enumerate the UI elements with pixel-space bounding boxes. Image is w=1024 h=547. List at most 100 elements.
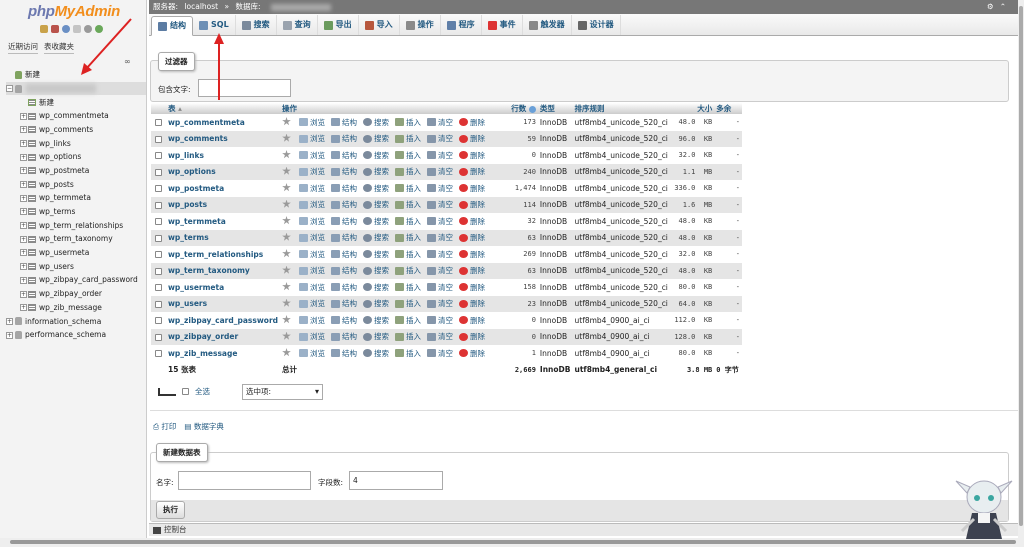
search-action[interactable]: 搜索: [363, 183, 389, 194]
tab-query[interactable]: 查询: [277, 15, 318, 35]
tab-export[interactable]: 导出: [318, 15, 359, 35]
insert-action[interactable]: 插入: [395, 282, 421, 293]
row-checkbox[interactable]: [154, 317, 162, 325]
vertical-scrollbar[interactable]: [1018, 0, 1024, 538]
print-link[interactable]: ⎙ 打印: [153, 421, 176, 432]
expand-icon[interactable]: +: [6, 331, 13, 339]
structure-action[interactable]: 结构: [331, 166, 357, 177]
tree-table-item[interactable]: + wp_terms: [6, 205, 146, 219]
table-name-link[interactable]: wp_zibpay_order: [165, 328, 281, 345]
empty-action[interactable]: 清空: [427, 298, 453, 309]
tree-database-item[interactable]: + performance_schema: [6, 328, 146, 342]
expand-icon[interactable]: +: [20, 139, 27, 147]
home-icon[interactable]: [40, 25, 48, 33]
search-action[interactable]: 搜索: [363, 249, 389, 260]
search-action[interactable]: 搜索: [363, 133, 389, 144]
row-checkbox[interactable]: [154, 333, 162, 341]
link-with-main-icon[interactable]: ∞: [124, 57, 131, 66]
header-table[interactable]: 表 ▴: [165, 103, 281, 114]
tree-table-item[interactable]: + wp_postmeta: [6, 164, 146, 178]
table-name-link[interactable]: wp_usermeta: [165, 279, 281, 296]
drop-action[interactable]: 删除: [459, 331, 485, 342]
header-collation[interactable]: 排序规则: [572, 103, 670, 114]
table-name-link[interactable]: wp_commentmeta: [165, 114, 281, 131]
tab-events[interactable]: 事件: [482, 15, 523, 35]
row-size[interactable]: 80.0 KB: [669, 345, 715, 362]
tree-table-item[interactable]: + wp_term_relationships: [6, 219, 146, 233]
browse-action[interactable]: 浏览: [299, 265, 325, 276]
drop-action[interactable]: 删除: [459, 216, 485, 227]
row-checkbox[interactable]: [154, 185, 162, 193]
expand-icon[interactable]: +: [20, 194, 27, 202]
tree-current-database[interactable]: −: [6, 81, 146, 96]
drop-action[interactable]: 删除: [459, 117, 485, 128]
drop-action[interactable]: 删除: [459, 150, 485, 161]
drop-action[interactable]: 删除: [459, 249, 485, 260]
help-icon[interactable]: [528, 105, 536, 113]
favorite-star-icon[interactable]: [282, 265, 291, 274]
expand-icon[interactable]: +: [20, 249, 27, 257]
browse-action[interactable]: 浏览: [299, 331, 325, 342]
structure-action[interactable]: 结构: [331, 183, 357, 194]
favorite-star-icon[interactable]: [282, 199, 291, 208]
insert-action[interactable]: 插入: [395, 199, 421, 210]
search-action[interactable]: 搜索: [363, 150, 389, 161]
tab-search[interactable]: 搜索: [236, 15, 277, 35]
browse-action[interactable]: 浏览: [299, 315, 325, 326]
collapse-bar-icon[interactable]: ⌃: [1000, 2, 1012, 11]
expand-icon[interactable]: +: [20, 276, 27, 284]
row-checkbox[interactable]: [154, 135, 162, 143]
search-action[interactable]: 搜索: [363, 282, 389, 293]
browse-action[interactable]: 浏览: [299, 298, 325, 309]
insert-action[interactable]: 插入: [395, 216, 421, 227]
row-checkbox[interactable]: [154, 251, 162, 259]
filter-input[interactable]: [198, 79, 291, 97]
tree-table-item[interactable]: + wp_termmeta: [6, 191, 146, 205]
row-size[interactable]: 1.1 MB: [669, 163, 715, 180]
structure-action[interactable]: 结构: [331, 348, 357, 359]
structure-action[interactable]: 结构: [331, 298, 357, 309]
table-name-link[interactable]: wp_comments: [165, 130, 281, 147]
favorites-tab[interactable]: 表收藏夹: [44, 41, 74, 54]
empty-action[interactable]: 清空: [427, 249, 453, 260]
empty-action[interactable]: 清空: [427, 117, 453, 128]
row-size[interactable]: 80.0 KB: [669, 279, 715, 296]
expand-icon[interactable]: +: [20, 153, 27, 161]
insert-action[interactable]: 插入: [395, 133, 421, 144]
favorite-star-icon[interactable]: [282, 133, 291, 142]
browse-action[interactable]: 浏览: [299, 150, 325, 161]
favorite-star-icon[interactable]: [282, 117, 291, 126]
insert-action[interactable]: 插入: [395, 166, 421, 177]
favorite-star-icon[interactable]: [282, 315, 291, 324]
expand-icon[interactable]: +: [20, 126, 27, 134]
drop-action[interactable]: 删除: [459, 315, 485, 326]
expand-icon[interactable]: +: [20, 181, 27, 188]
empty-action[interactable]: 清空: [427, 348, 453, 359]
data-dictionary-link[interactable]: ▤ 数据字典: [184, 421, 223, 432]
row-checkbox[interactable]: [154, 234, 162, 242]
phpmyadmin-logo[interactable]: phpMyAdmin: [28, 3, 120, 20]
expand-icon[interactable]: +: [20, 263, 27, 271]
tab-routines[interactable]: 程序: [441, 15, 482, 35]
row-size[interactable]: 32.0 KB: [669, 246, 715, 263]
empty-action[interactable]: 清空: [427, 265, 453, 276]
header-rows[interactable]: 行数: [503, 103, 538, 114]
table-name-link[interactable]: wp_users: [165, 295, 281, 312]
drop-action[interactable]: 删除: [459, 183, 485, 194]
structure-action[interactable]: 结构: [331, 282, 357, 293]
tab-designer[interactable]: 设计器: [572, 15, 621, 35]
empty-action[interactable]: 清空: [427, 150, 453, 161]
insert-action[interactable]: 插入: [395, 348, 421, 359]
structure-action[interactable]: 结构: [331, 150, 357, 161]
help-icon[interactable]: [62, 25, 70, 33]
insert-action[interactable]: 插入: [395, 150, 421, 161]
insert-action[interactable]: 插入: [395, 265, 421, 276]
row-checkbox[interactable]: [154, 218, 162, 226]
reload-icon[interactable]: [95, 25, 103, 33]
vertical-scrollbar-thumb[interactable]: [1019, 6, 1023, 526]
browse-action[interactable]: 浏览: [299, 249, 325, 260]
table-name-link[interactable]: wp_options: [165, 163, 281, 180]
browse-action[interactable]: 浏览: [299, 183, 325, 194]
insert-action[interactable]: 插入: [395, 315, 421, 326]
structure-action[interactable]: 结构: [331, 133, 357, 144]
